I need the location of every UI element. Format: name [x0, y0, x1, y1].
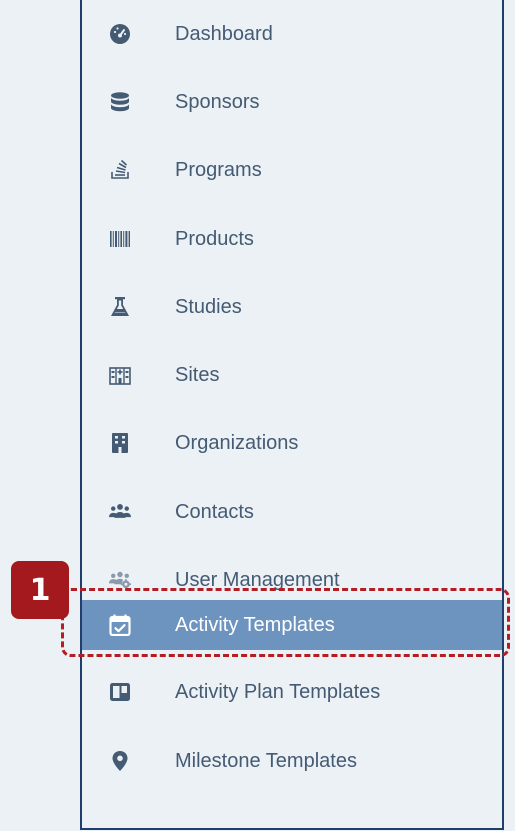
sidebar-item-products[interactable]: Products — [82, 217, 502, 261]
sidebar-item-label: Programs — [175, 158, 262, 181]
users-group-icon — [109, 501, 131, 523]
sidebar-item-label: Activity Templates — [175, 613, 335, 636]
calendar-check-icon — [109, 614, 131, 636]
sidebar-item-label: Sites — [175, 363, 220, 386]
sidebar-nav: Dashboard Sponsors Programs Products Stu… — [80, 0, 504, 830]
sidebar-item-sponsors[interactable]: Sponsors — [82, 80, 502, 124]
step-badge: 1 — [11, 561, 69, 619]
sidebar-item-organizations[interactable]: Organizations — [82, 421, 502, 465]
sidebar-item-label: Dashboard — [175, 22, 273, 45]
sidebar-item-label: Milestone Templates — [175, 749, 357, 772]
sidebar-item-label: Studies — [175, 295, 242, 318]
sidebar-item-programs[interactable]: Programs — [82, 148, 502, 192]
database-icon — [109, 91, 131, 113]
sidebar-item-label: User Management — [175, 568, 340, 591]
map-marker-icon — [109, 750, 131, 772]
sidebar-item-activity-templates[interactable]: Activity Templates — [82, 600, 502, 650]
sidebar-item-activity-plan-templates[interactable]: Activity Plan Templates — [82, 670, 502, 714]
sidebar-item-sites[interactable]: Sites — [82, 353, 502, 397]
sidebar-item-label: Contacts — [175, 500, 254, 523]
template-layout-icon — [109, 681, 131, 703]
sidebar-item-label: Sponsors — [175, 90, 260, 113]
users-cog-icon — [109, 569, 131, 591]
sidebar-item-label: Products — [175, 227, 254, 250]
stacked-layers-icon — [109, 159, 131, 181]
sidebar-item-label: Organizations — [175, 431, 299, 454]
sidebar-item-studies[interactable]: Studies — [82, 285, 502, 329]
screenshot-stage: Dashboard Sponsors Programs Products Stu… — [0, 0, 515, 831]
sidebar-item-contacts[interactable]: Contacts — [82, 490, 502, 534]
barcode-icon — [109, 228, 131, 250]
flask-icon — [109, 296, 131, 318]
sidebar-item-label: Activity Plan Templates — [175, 680, 381, 703]
sidebar-item-milestone-templates[interactable]: Milestone Templates — [82, 739, 502, 783]
sidebar-item-dashboard[interactable]: Dashboard — [82, 12, 502, 56]
dashboard-gauge-icon — [109, 23, 131, 45]
sidebar-item-user-management[interactable]: User Management — [82, 558, 502, 602]
building-icon — [109, 432, 131, 454]
hospital-building-icon — [109, 364, 131, 386]
